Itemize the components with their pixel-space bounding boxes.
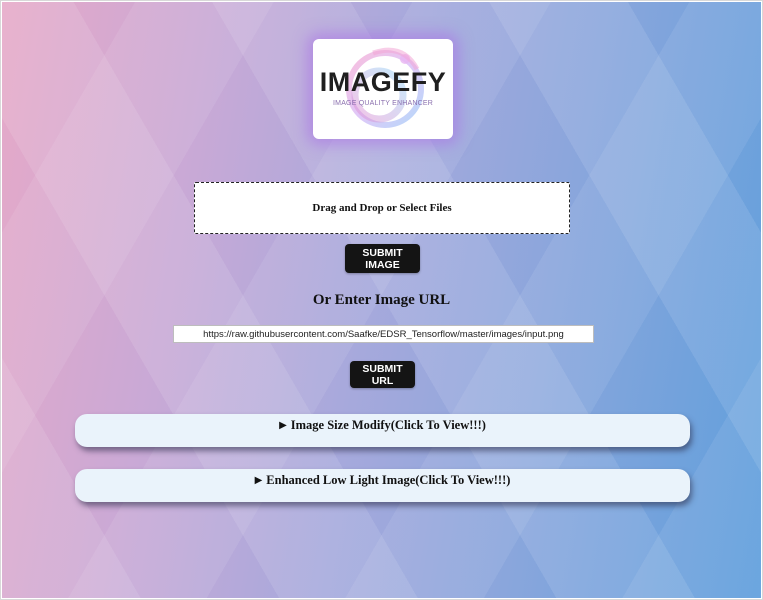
logo: IMAGEFY IMAGE QUALITY ENHANCER <box>313 39 453 139</box>
image-size-modify-toggle[interactable]: ▶ Image Size Modify(Click To View!!!) <box>75 414 690 447</box>
file-dropzone[interactable]: Drag and Drop or Select Files <box>194 182 570 234</box>
logo-title: IMAGEFY <box>319 67 447 97</box>
logo-subtitle: IMAGE QUALITY ENHANCER <box>333 100 433 107</box>
url-section-label: Or Enter Image URL <box>312 292 451 308</box>
accordion-label: Enhanced Low Light Image(Click To View!!… <box>266 473 511 487</box>
submit-image-button[interactable]: SUBMIT IMAGE <box>345 244 420 273</box>
image-url-input[interactable] <box>173 325 594 343</box>
dropzone-label: Drag and Drop or Select Files <box>312 202 452 214</box>
submit-url-button[interactable]: SUBMIT URL <box>350 361 415 388</box>
accordion-label: Image Size Modify(Click To View!!!) <box>290 418 486 432</box>
low-light-image-toggle[interactable]: ▶ Enhanced Low Light Image(Click To View… <box>75 469 690 502</box>
caret-right-icon: ▶ <box>279 420 287 431</box>
caret-right-icon: ▶ <box>254 475 263 486</box>
